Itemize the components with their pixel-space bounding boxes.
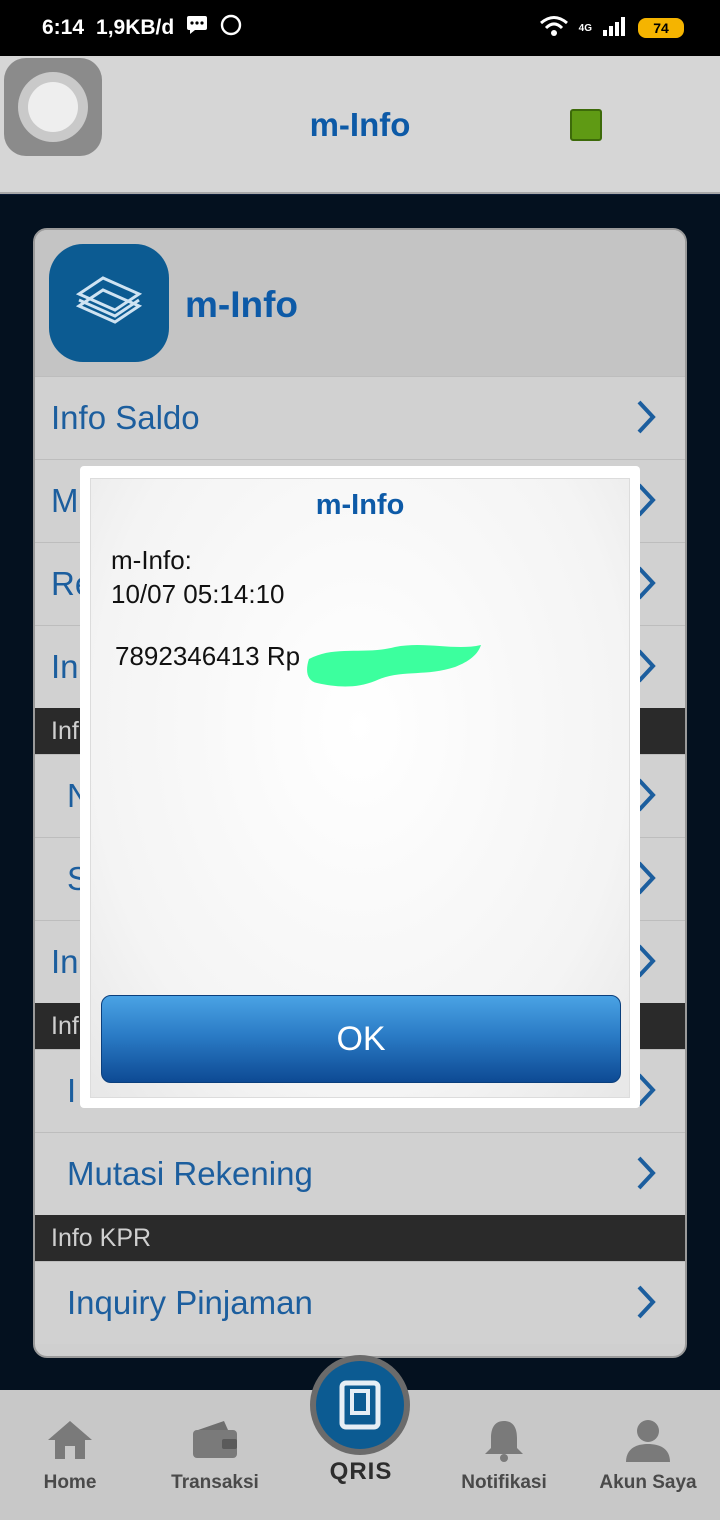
status-time: 6:14	[42, 16, 85, 39]
nav-home[interactable]: Home	[0, 1390, 140, 1520]
qris-icon	[339, 1380, 381, 1430]
user-icon	[626, 1420, 670, 1462]
home-icon	[48, 1421, 92, 1459]
dialog-message: m-Info: 10/07 05:14:10	[111, 543, 285, 611]
ok-button[interactable]: OK	[101, 995, 621, 1083]
redaction-scribble	[307, 645, 481, 687]
nav-akun-saya-label: Akun Saya	[599, 1472, 697, 1493]
dialog-message-line1: m-Info:	[111, 545, 192, 575]
m-info-logo-icon	[49, 244, 169, 362]
menu-item-label: In	[51, 648, 79, 685]
chevron-right-icon	[635, 1284, 657, 1325]
qris-label: QRIS	[329, 1458, 393, 1485]
wallet-icon	[193, 1421, 237, 1458]
nav-transaksi[interactable]: Transaksi	[145, 1390, 285, 1520]
menu-item-label: In	[51, 943, 79, 980]
menu-item-mutasi-rekening[interactable]: Mutasi Rekening	[35, 1132, 685, 1215]
nav-akun-saya[interactable]: Akun Saya	[578, 1390, 718, 1520]
signal-icon	[602, 16, 628, 41]
menu-item-label: Inquiry Pinjaman	[67, 1284, 313, 1321]
card-header: m-Info	[35, 230, 685, 376]
dialog-timestamp: 10/07 05:14:10	[111, 579, 285, 609]
menu-item-inquiry-pinjaman[interactable]: Inquiry Pinjaman	[35, 1261, 685, 1344]
app-header: m-Info	[0, 56, 720, 194]
menu-item-label: Mutasi Rekening	[67, 1155, 313, 1192]
nav-notifikasi[interactable]: Notifikasi	[434, 1390, 574, 1520]
page-title: m-Info	[309, 106, 411, 143]
menu-item-label: Info Saldo	[51, 399, 200, 436]
message-icon	[186, 15, 208, 41]
card-title: m-Info	[185, 284, 299, 325]
battery-level: 74	[653, 20, 669, 36]
nav-transaksi-label: Transaksi	[171, 1472, 259, 1493]
qris-button[interactable]	[310, 1355, 410, 1455]
chevron-right-icon	[635, 399, 657, 440]
menu-item-label: I	[67, 1072, 77, 1109]
battery-icon: 74	[638, 18, 684, 38]
circle-icon	[220, 14, 242, 42]
section-header-info-kpr: Info KPR	[35, 1215, 685, 1261]
chevron-right-icon	[635, 1155, 657, 1196]
nav-home-label: Home	[43, 1472, 97, 1493]
menu-item-info-saldo[interactable]: Info Saldo	[35, 376, 685, 459]
status-bar: 6:14 1,9KB/d 4G 74	[0, 0, 720, 56]
info-dialog: m-Info m-Info: 10/07 05:14:10 7892346413…	[80, 466, 640, 1108]
dialog-title: m-Info	[315, 489, 405, 521]
network-label: 4G	[578, 22, 592, 34]
menu-item-label: M	[51, 482, 79, 519]
nav-notifikasi-label: Notifikasi	[461, 1472, 547, 1493]
account-balance-line: 7892346413 Rp	[115, 641, 301, 671]
status-data-rate: 1,9KB/d	[96, 16, 175, 39]
wifi-icon	[539, 15, 569, 42]
connection-status-indicator	[570, 109, 602, 141]
bell-icon	[485, 1421, 523, 1462]
dialog-body: m-Info m-Info: 10/07 05:14:10 7892346413…	[90, 478, 630, 1098]
